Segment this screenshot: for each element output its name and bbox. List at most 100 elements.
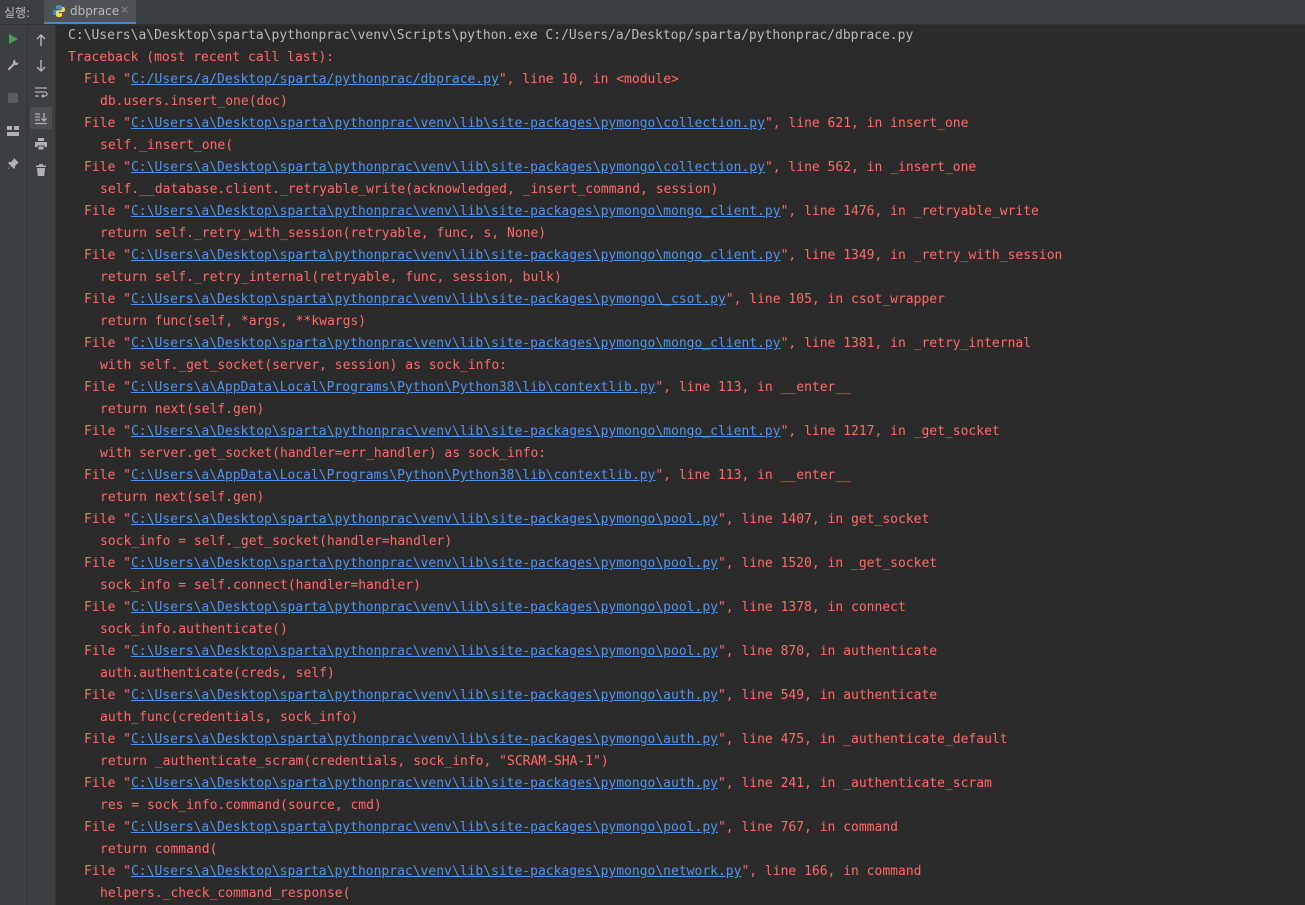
traceback-file-line: File "C:\Users\a\Desktop\sparta\pythonpr… bbox=[68, 113, 1062, 135]
traceback-code-line: helpers._check_command_response( bbox=[100, 886, 351, 901]
file-prefix: File " bbox=[84, 160, 131, 175]
soft-wrap-button[interactable] bbox=[30, 81, 52, 103]
traceback-file-line: File "C:\Users\a\Desktop\sparta\pythonpr… bbox=[68, 333, 1062, 355]
traceback-code-line: return self._retry_internal(retryable, f… bbox=[100, 270, 562, 285]
file-prefix: File " bbox=[84, 776, 131, 791]
file-location-suffix: ", line 767, in command bbox=[717, 820, 898, 835]
file-path-link[interactable]: C:\Users\a\AppData\Local\Programs\Python… bbox=[131, 380, 655, 395]
wrench-icon bbox=[7, 59, 19, 71]
trash-icon bbox=[36, 164, 46, 176]
clear-all-button[interactable] bbox=[30, 159, 52, 181]
close-icon[interactable]: × bbox=[120, 3, 129, 16]
traceback-code-line: return command( bbox=[100, 842, 218, 857]
file-prefix: File " bbox=[84, 556, 131, 571]
traceback-file-line: File "C:\Users\a\Desktop\sparta\pythonpr… bbox=[68, 685, 1062, 707]
traceback-code-line: sock_info = self.connect(handler=handler… bbox=[100, 578, 421, 593]
file-path-link[interactable]: C:\Users\a\Desktop\sparta\pythonprac\ven… bbox=[131, 292, 726, 307]
traceback-file-line: File "C:\Users\a\AppData\Local\Programs\… bbox=[68, 377, 1062, 399]
traceback-frames: File "C:/Users/a/Desktop/sparta/pythonpr… bbox=[68, 69, 1062, 905]
traceback-file-line: File "C:\Users\a\Desktop\sparta\pythonpr… bbox=[68, 509, 1062, 531]
traceback-file-line: File "C:/Users/a/Desktop/sparta/pythonpr… bbox=[68, 69, 1062, 91]
file-path-link[interactable]: C:\Users\a\Desktop\sparta\pythonprac\ven… bbox=[131, 204, 781, 219]
scroll-to-end-button[interactable] bbox=[30, 107, 52, 129]
file-prefix: File " bbox=[84, 600, 131, 615]
file-path-link[interactable]: C:\Users\a\Desktop\sparta\pythonprac\ven… bbox=[131, 424, 781, 439]
file-path-link[interactable]: C:\Users\a\Desktop\sparta\pythonprac\ven… bbox=[131, 688, 718, 703]
file-path-link[interactable]: C:\Users\a\Desktop\sparta\pythonprac\ven… bbox=[131, 644, 718, 659]
file-path-link[interactable]: C:\Users\a\Desktop\sparta\pythonprac\ven… bbox=[131, 600, 718, 615]
tab-dbprace[interactable]: dbprace × bbox=[44, 0, 136, 24]
file-path-link[interactable]: C:\Users\a\Desktop\sparta\pythonprac\ven… bbox=[131, 776, 718, 791]
file-path-link[interactable]: C:/Users/a/Desktop/sparta/pythonprac/dbp… bbox=[131, 72, 499, 87]
file-prefix: File " bbox=[84, 72, 131, 87]
traceback-file-line: File "C:\Users\a\Desktop\sparta\pythonpr… bbox=[68, 861, 1062, 883]
pin-icon bbox=[7, 158, 19, 170]
run-button[interactable] bbox=[2, 28, 24, 50]
traceback-file-line: File "C:\Users\a\Desktop\sparta\pythonpr… bbox=[68, 597, 1062, 619]
previous-occurrence-button[interactable] bbox=[30, 29, 52, 51]
file-path-link[interactable]: C:\Users\a\Desktop\sparta\pythonprac\ven… bbox=[131, 732, 718, 747]
stop-button[interactable] bbox=[2, 87, 24, 109]
traceback-file-line: File "C:\Users\a\Desktop\sparta\pythonpr… bbox=[68, 201, 1062, 223]
file-path-link[interactable]: C:\Users\a\Desktop\sparta\pythonprac\ven… bbox=[131, 160, 765, 175]
file-path-link[interactable]: C:\Users\a\Desktop\sparta\pythonprac\ven… bbox=[131, 116, 765, 131]
print-icon bbox=[35, 138, 47, 151]
traceback-code-line: sock_info.authenticate() bbox=[100, 622, 288, 637]
file-location-suffix: ", line 10, in <module> bbox=[498, 72, 679, 87]
file-path-link[interactable]: C:\Users\a\Desktop\sparta\pythonprac\ven… bbox=[131, 556, 718, 571]
file-location-suffix: ", line 1520, in _get_socket bbox=[717, 556, 938, 571]
file-path-link[interactable]: C:\Users\a\Desktop\sparta\pythonprac\ven… bbox=[131, 864, 741, 879]
print-button[interactable] bbox=[30, 133, 52, 155]
layout-button[interactable] bbox=[2, 120, 24, 142]
run-label: 실행: bbox=[4, 6, 31, 20]
console-toolbar bbox=[28, 25, 56, 905]
file-prefix: File " bbox=[84, 512, 131, 527]
traceback-code-line: return _authenticate_scram(credentials, … bbox=[100, 754, 609, 769]
down-arrow-icon bbox=[36, 60, 46, 73]
pin-button[interactable] bbox=[2, 153, 24, 175]
tab-title: dbprace bbox=[70, 4, 120, 18]
file-location-suffix: ", line 475, in _authenticate_default bbox=[717, 732, 1008, 747]
console-output[interactable]: C:\Users\a\Desktop\sparta\pythonprac\ven… bbox=[56, 25, 1305, 905]
file-path-link[interactable]: C:\Users\a\Desktop\sparta\pythonprac\ven… bbox=[131, 820, 718, 835]
traceback-file-line: File "C:\Users\a\Desktop\sparta\pythonpr… bbox=[68, 553, 1062, 575]
file-location-suffix: ", line 1407, in get_socket bbox=[717, 512, 930, 527]
stop-icon bbox=[8, 93, 18, 103]
next-occurrence-button[interactable] bbox=[30, 55, 52, 77]
traceback-file-line: File "C:\Users\a\Desktop\sparta\pythonpr… bbox=[68, 289, 1062, 311]
traceback-code-line: auth.authenticate(creds, self) bbox=[100, 666, 335, 681]
command-line: C:\Users\a\Desktop\sparta\pythonprac\ven… bbox=[68, 28, 914, 43]
file-location-suffix: ", line 870, in authenticate bbox=[717, 644, 938, 659]
file-location-suffix: ", line 113, in __enter__ bbox=[655, 468, 852, 483]
up-arrow-icon bbox=[36, 33, 46, 46]
file-location-suffix: ", line 1217, in _get_socket bbox=[780, 424, 1000, 439]
traceback-code-line: self.__database.client._retryable_write(… bbox=[100, 182, 719, 197]
file-prefix: File " bbox=[84, 116, 131, 131]
scroll-to-end-icon bbox=[35, 113, 47, 125]
file-location-suffix: ", line 241, in _authenticate_scram bbox=[717, 776, 992, 791]
file-prefix: File " bbox=[84, 644, 131, 659]
traceback-file-line: File "C:\Users\a\Desktop\sparta\pythonpr… bbox=[68, 773, 1062, 795]
file-path-link[interactable]: C:\Users\a\Desktop\sparta\pythonprac\ven… bbox=[131, 512, 718, 527]
file-location-suffix: ", line 621, in insert_one bbox=[764, 116, 969, 131]
settings-button[interactable] bbox=[2, 54, 24, 76]
traceback-file-line: File "C:\Users\a\Desktop\sparta\pythonpr… bbox=[68, 729, 1062, 751]
file-path-link[interactable]: C:\Users\a\Desktop\sparta\pythonprac\ven… bbox=[131, 336, 781, 351]
file-prefix: File " bbox=[84, 380, 131, 395]
file-prefix: File " bbox=[84, 732, 131, 747]
traceback-code-line: return next(self.gen) bbox=[100, 490, 265, 505]
file-prefix: File " bbox=[84, 468, 131, 483]
file-location-suffix: ", line 1349, in _retry_with_session bbox=[780, 248, 1063, 263]
file-location-suffix: ", line 1381, in _retry_internal bbox=[780, 336, 1032, 351]
file-location-suffix: ", line 166, in command bbox=[741, 864, 922, 879]
traceback-code-line: with server.get_socket(handler=err_handl… bbox=[100, 446, 547, 461]
file-path-link[interactable]: C:\Users\a\AppData\Local\Programs\Python… bbox=[131, 468, 655, 483]
traceback-file-line: File "C:\Users\a\Desktop\sparta\pythonpr… bbox=[68, 157, 1062, 179]
traceback-code-line: return func(self, *args, **kwargs) bbox=[100, 314, 367, 329]
file-prefix: File " bbox=[84, 820, 131, 835]
run-toolbar bbox=[0, 25, 28, 905]
traceback-code-line: db.users.insert_one(doc) bbox=[100, 94, 288, 109]
file-path-link[interactable]: C:\Users\a\Desktop\sparta\pythonprac\ven… bbox=[131, 248, 781, 263]
traceback-file-line: File "C:\Users\a\Desktop\sparta\pythonpr… bbox=[68, 245, 1062, 267]
file-location-suffix: ", line 562, in _insert_one bbox=[764, 160, 977, 175]
